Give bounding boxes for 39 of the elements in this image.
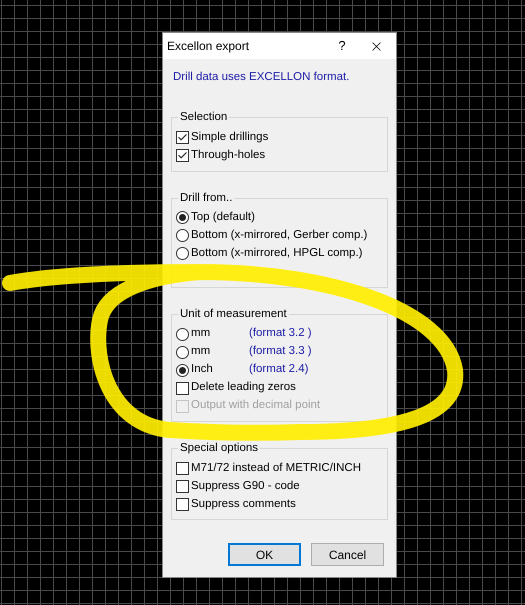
option-label: Top (default): [191, 210, 255, 226]
radio-button[interactable]: [176, 346, 189, 358]
group-title: Unit of measurement: [179, 306, 288, 322]
help-button[interactable]: ?: [328, 36, 356, 56]
option-label: Bottom (x-mirrored, Gerber comp.): [191, 228, 368, 244]
option-label: Simple drillings: [191, 130, 268, 145]
option-label: Output with decimal point: [191, 398, 320, 414]
window-title: Excellon export: [167, 38, 250, 55]
option-label: M71/72 instead of METRIC/INCH: [191, 460, 362, 476]
dialog-button[interactable]: Cancel: [311, 543, 384, 566]
option-label: Inch: [191, 362, 214, 378]
radio-button[interactable]: [176, 229, 189, 242]
format-note: (format 3.3 ): [249, 344, 312, 360]
info-text: Drill data uses EXCELLON format.: [173, 70, 350, 85]
checkbox[interactable]: [176, 480, 189, 493]
option-label: mm: [191, 326, 212, 342]
option-label: Suppress comments: [191, 496, 296, 512]
format-note: (format 3.2 ): [249, 326, 312, 342]
group-title: Special options: [179, 441, 259, 456]
radio-button[interactable]: [176, 364, 189, 376]
option-label: Through-holes: [191, 148, 266, 163]
option-label: Delete leading zeros: [191, 380, 296, 396]
option-label: mm: [191, 344, 212, 360]
group-title: Drill from..: [179, 190, 234, 206]
checkbox[interactable]: [176, 498, 189, 511]
radio-button[interactable]: [176, 247, 189, 260]
checkbox[interactable]: [176, 382, 189, 394]
checkbox[interactable]: [176, 462, 189, 475]
radio-button[interactable]: [176, 211, 189, 224]
option-label: Bottom (x-mirrored, HPGL comp.): [191, 246, 362, 262]
option-label: Suppress G90 - code: [191, 478, 300, 494]
check-icon: [177, 132, 188, 143]
radio-button[interactable]: [176, 328, 189, 340]
checkbox[interactable]: [176, 149, 189, 162]
group-title: Selection: [179, 110, 228, 126]
format-note: (format 2.4): [249, 362, 308, 378]
dialog-button[interactable]: OK: [228, 543, 301, 566]
check-icon: [177, 150, 188, 161]
checkbox[interactable]: [176, 131, 189, 144]
